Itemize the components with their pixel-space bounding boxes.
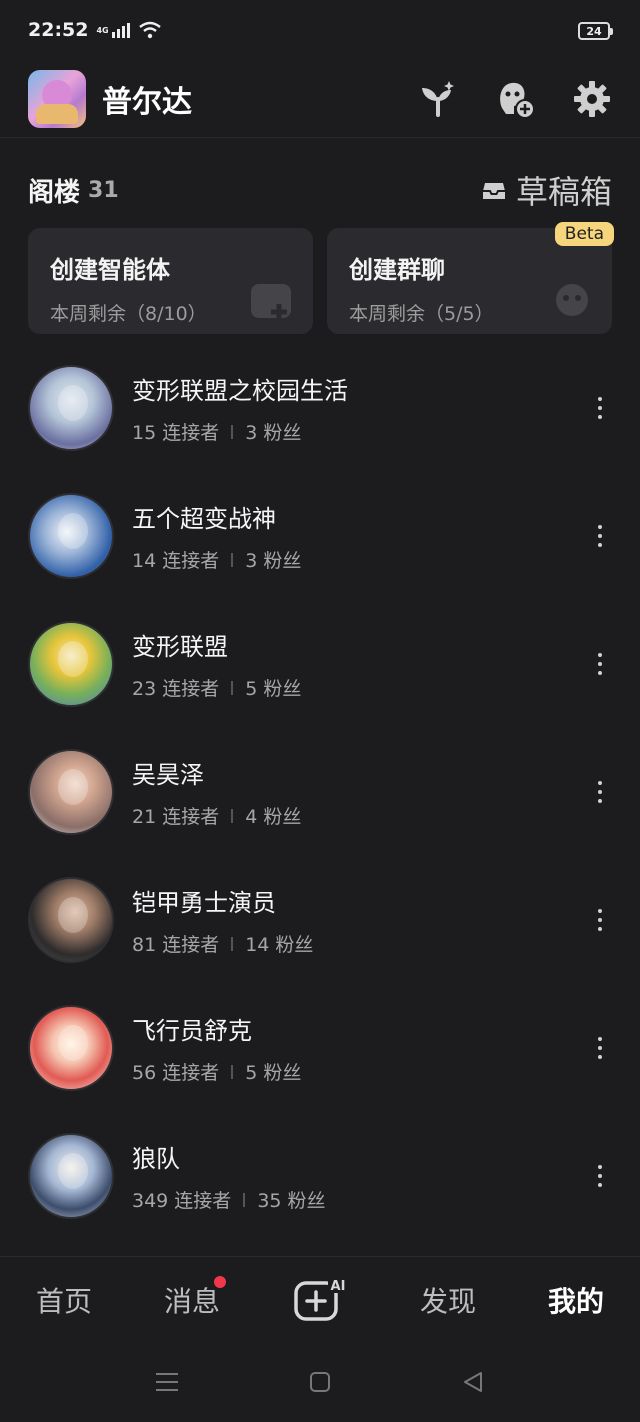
agent-name: 狼队	[132, 1145, 180, 1173]
create-cards: 创建智能体 本周剩余（8/10） 创建群聊 本周剩余（5/5） Beta	[28, 222, 614, 334]
tab-messages-label: 消息	[163, 1284, 220, 1318]
fan-count: 35 粉丝	[257, 1190, 326, 1212]
network-type: 4G	[96, 25, 109, 35]
avatar	[28, 493, 114, 579]
fan-count: 4 粉丝	[245, 806, 302, 828]
avatar	[28, 1133, 114, 1219]
fan-count: 3 粉丝	[245, 550, 302, 572]
agent-list: 变形联盟之校园生活 15 连接者 3 粉丝 五个超变战神 14 连接者 3 粉丝 变…	[0, 344, 640, 1240]
avatar	[28, 365, 114, 451]
list-item[interactable]: 狼队 349 连接者 35 粉丝	[0, 1112, 640, 1240]
tab-mine[interactable]: 我的	[512, 1280, 640, 1320]
drafts-button[interactable]: 草稿箱	[482, 167, 612, 213]
more-vertical-icon[interactable]	[588, 1033, 612, 1063]
list-item[interactable]: 飞行员舒克 56 连接者 5 粉丝	[0, 984, 640, 1112]
list-item[interactable]: 吴昊泽 21 连接者 4 粉丝	[0, 728, 640, 856]
agent-name: 铠甲勇士演员	[132, 889, 276, 917]
agent-name: 五个超变战神	[132, 505, 276, 533]
list-item[interactable]: 变形联盟之校园生活 15 连接者 3 粉丝	[0, 344, 640, 472]
tab-messages[interactable]: 消息	[128, 1275, 256, 1320]
group-chat-icon	[556, 284, 588, 316]
home-square-icon[interactable]	[309, 1371, 331, 1393]
profile-name[interactable]: 普尔达	[102, 77, 192, 121]
section-title: 阁楼	[28, 177, 81, 208]
create-agent-card[interactable]: 创建智能体 本周剩余（8/10）	[28, 228, 313, 334]
more-vertical-icon[interactable]	[588, 777, 612, 807]
status-bar: 22:52 4G 24	[0, 0, 640, 60]
notification-dot	[214, 1275, 226, 1288]
wifi-icon	[138, 21, 161, 39]
system-nav-bar	[0, 1342, 640, 1422]
ai-label: AI	[331, 1279, 346, 1294]
list-item[interactable]: 铠甲勇士演员 81 连接者 14 粉丝	[0, 856, 640, 984]
more-vertical-icon[interactable]	[588, 1161, 612, 1191]
drafts-label: 草稿箱	[515, 173, 612, 211]
connector-count: 14 连接者	[132, 550, 220, 572]
connector-count: 15 连接者	[132, 422, 220, 444]
connector-count: 23 连接者	[132, 678, 220, 700]
back-triangle-icon[interactable]	[461, 1370, 485, 1394]
section-count: 31	[88, 177, 119, 203]
menu-icon[interactable]	[155, 1371, 179, 1393]
signal-icon	[111, 22, 130, 38]
agent-name: 飞行员舒克	[132, 1017, 252, 1045]
fan-count: 3 粉丝	[245, 422, 302, 444]
add-agent-icon	[251, 284, 291, 320]
more-vertical-icon[interactable]	[588, 393, 612, 423]
agent-name: 变形联盟之校园生活	[132, 377, 348, 405]
connector-count: 349 连接者	[132, 1190, 232, 1212]
sprout-sparkle-icon[interactable]	[418, 79, 458, 119]
more-vertical-icon[interactable]	[588, 521, 612, 551]
connector-count: 21 连接者	[132, 806, 220, 828]
connector-count: 81 连接者	[132, 934, 220, 956]
agent-name: 吴昊泽	[132, 761, 204, 789]
list-item[interactable]: 五个超变战神 14 连接者 3 粉丝	[0, 472, 640, 600]
battery-indicator: 24	[578, 22, 613, 40]
gear-icon[interactable]	[572, 79, 612, 119]
add-ai-icon: AI	[294, 1276, 348, 1321]
avatar	[28, 877, 114, 963]
avatar	[28, 1005, 114, 1091]
create-ai-button[interactable]: AI	[256, 1276, 384, 1323]
create-group-card[interactable]: 创建群聊 本周剩余（5/5） Beta	[327, 222, 614, 334]
header-actions	[418, 78, 612, 120]
list-item[interactable]: 变形联盟 23 连接者 5 粉丝	[0, 600, 640, 728]
tab-home[interactable]: 首页	[0, 1280, 128, 1320]
profile-header: 普尔达	[0, 60, 640, 138]
profile-avatar[interactable]	[28, 69, 86, 128]
agent-name: 变形联盟	[132, 633, 228, 661]
avatar	[28, 749, 114, 835]
more-vertical-icon[interactable]	[588, 905, 612, 935]
avatar	[28, 621, 114, 707]
fan-count: 5 粉丝	[245, 1062, 302, 1084]
tab-discover[interactable]: 发现	[384, 1280, 512, 1320]
fan-count: 5 粉丝	[245, 678, 302, 700]
fan-count: 14 粉丝	[245, 934, 314, 956]
section-header: 阁楼 31 草稿箱	[28, 166, 612, 214]
more-vertical-icon[interactable]	[588, 649, 612, 679]
status-time: 22:52	[28, 19, 89, 41]
connector-count: 56 连接者	[132, 1062, 220, 1084]
bottom-tab-bar: 首页 消息 AI 发现 我的	[0, 1256, 640, 1342]
add-character-icon[interactable]	[494, 78, 536, 120]
drafts-box-icon	[482, 183, 505, 199]
beta-badge: Beta	[554, 222, 614, 246]
